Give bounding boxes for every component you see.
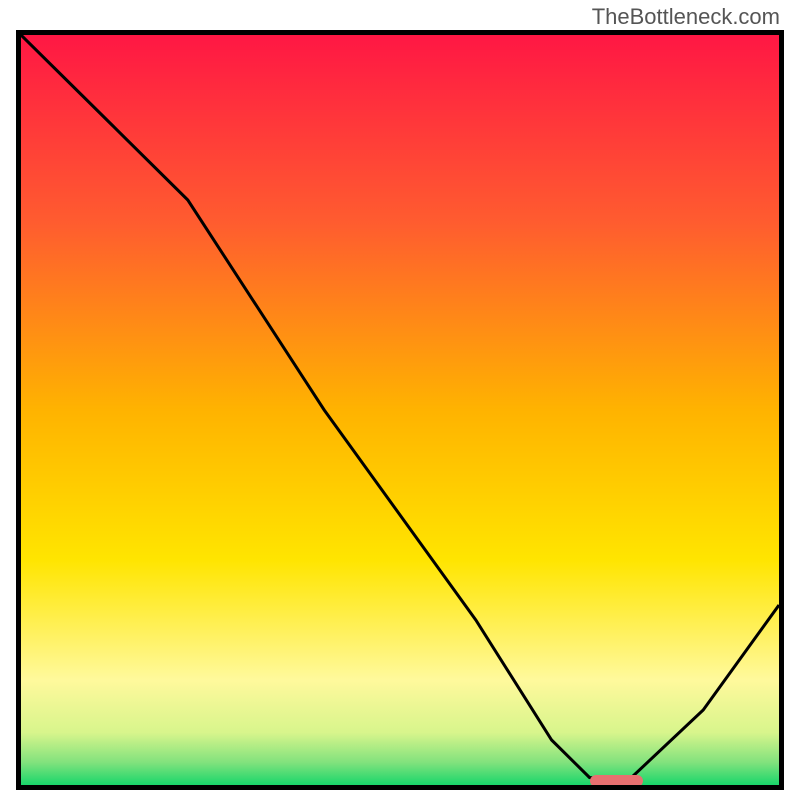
watermark-text: TheBottleneck.com [592, 4, 780, 30]
bottleneck-curve [21, 35, 779, 785]
chart-plot-area [16, 30, 784, 790]
optimal-marker [590, 775, 643, 787]
